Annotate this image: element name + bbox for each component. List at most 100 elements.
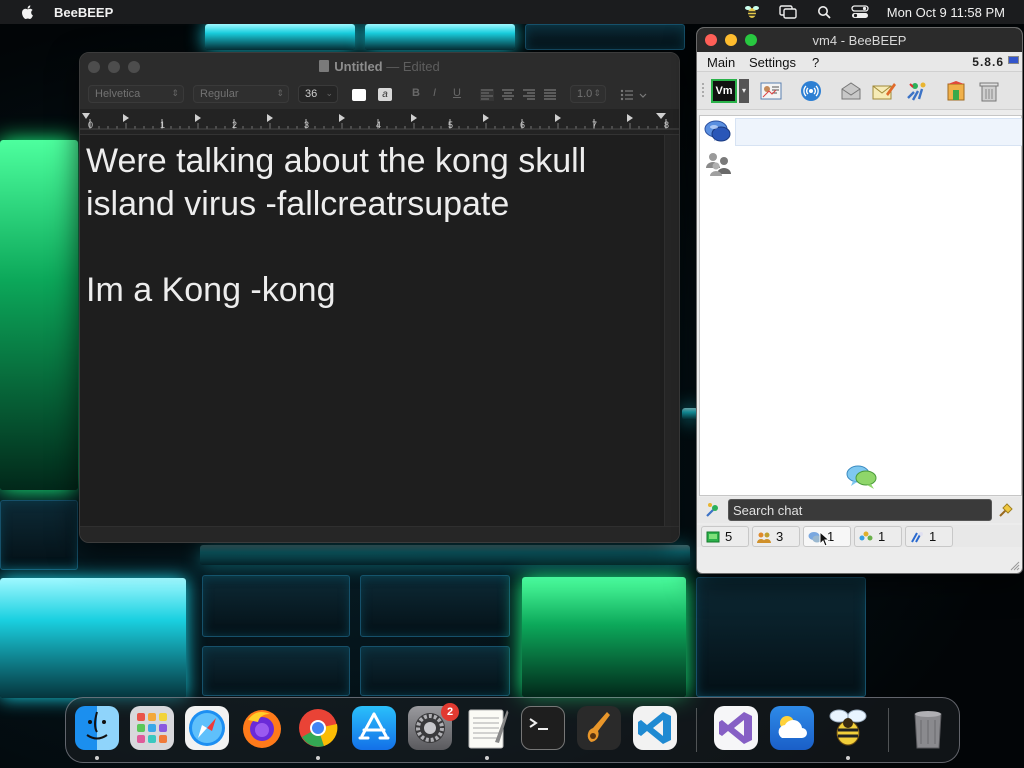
wallpaper-tile — [202, 646, 350, 696]
font-size-value: 36 — [305, 88, 318, 100]
wallpaper-tile — [696, 577, 866, 697]
profile-icon[interactable] — [759, 80, 783, 102]
dock-vscode-icon[interactable] — [633, 706, 677, 750]
plugins-icon[interactable] — [905, 80, 929, 102]
chat-bubble-icon[interactable] — [704, 119, 732, 150]
screen-mirroring-icon[interactable] — [779, 5, 797, 19]
network-home-icon[interactable] — [945, 80, 969, 102]
search-bar: Search chat — [697, 497, 1022, 523]
text-color-swatch[interactable] — [352, 89, 366, 101]
stepper-arrows-icon: ⇕ — [171, 88, 179, 98]
status-dropdown-button[interactable]: ▾ — [739, 79, 749, 103]
alignment-buttons[interactable] — [480, 89, 556, 101]
tab-count: 3 — [776, 529, 784, 544]
wallpaper-tile — [202, 575, 350, 637]
dock-garageband-icon[interactable] — [577, 706, 621, 750]
font-style-value: Regular — [200, 88, 239, 100]
wallpaper-tile — [360, 646, 510, 696]
chevron-down-icon: ⌄ — [325, 88, 333, 98]
tab-group-chats[interactable]: 1 — [854, 526, 902, 547]
document-icon — [319, 60, 330, 72]
font-family-select[interactable]: Helvetica ⇕ — [88, 85, 184, 103]
tab-groups[interactable]: 3 — [752, 526, 800, 547]
format-toolbar: Helvetica ⇕ Regular ⇕ 36 ⌄ a B I U 1.0 ⇕ — [80, 81, 679, 109]
tab-users[interactable]: 5 — [701, 526, 749, 547]
dock-trash-icon[interactable] — [906, 706, 950, 750]
ruler-label: 8 — [664, 120, 669, 130]
group-chats-icon — [859, 531, 873, 543]
textedit-titlebar[interactable]: Untitled — Edited — [80, 53, 679, 81]
beebeep-status-icon[interactable] — [743, 5, 761, 19]
underline-button[interactable]: U — [453, 87, 461, 99]
dock-safari-icon[interactable] — [185, 706, 229, 750]
menu-settings[interactable]: Settings — [749, 55, 796, 70]
window-title: vm4 - BeeBEEP — [812, 33, 907, 48]
beebeep-toolbar: Vm ▾ — [697, 72, 1022, 110]
wallpaper-tile — [0, 140, 78, 490]
trash-icon[interactable] — [977, 80, 1001, 102]
font-style-select[interactable]: Regular ⇕ — [193, 85, 289, 103]
dock-textedit-icon[interactable] — [465, 706, 509, 750]
line-spacing-value: 1.0 — [577, 88, 593, 100]
search-filter-icon[interactable] — [705, 502, 721, 523]
my-status-label: Vm — [715, 85, 733, 97]
wallpaper-tile — [0, 578, 186, 698]
clear-search-icon[interactable] — [997, 501, 1015, 524]
dock-chrome-icon[interactable] — [296, 706, 340, 750]
active-app-name[interactable]: BeeBEEP — [54, 5, 113, 20]
ruler-label: 5 — [448, 120, 453, 130]
tab-shared-files[interactable]: 1 — [905, 526, 953, 547]
menu-bar-status-area: Mon Oct 9 11:58 PM — [743, 0, 1024, 24]
dock-firefox-icon[interactable] — [240, 706, 284, 750]
spotlight-search-icon[interactable] — [815, 5, 833, 19]
list-bullets-icon[interactable] — [620, 89, 648, 101]
users-list[interactable] — [699, 115, 1022, 496]
selected-user-row[interactable] — [735, 118, 1022, 146]
horizontal-scrollbar[interactable] — [80, 526, 679, 542]
running-indicator — [316, 756, 320, 760]
highlight-color-icon[interactable]: a — [378, 88, 392, 101]
tab-count: 1 — [929, 529, 937, 544]
ruler-label: 1 — [160, 120, 165, 130]
italic-button[interactable]: I — [433, 87, 436, 99]
toolbar-grip-icon — [702, 83, 704, 97]
text-line: Im a Kong -kong — [86, 271, 336, 309]
tab-count: 5 — [725, 529, 733, 544]
dock-beebeep-icon[interactable] — [826, 706, 870, 750]
message-box-icon[interactable] — [839, 80, 863, 102]
beebeep-titlebar[interactable]: vm4 - BeeBEEP — [697, 28, 1022, 52]
dock-launchpad-icon[interactable] — [130, 706, 174, 750]
ruler-label: 3 — [304, 120, 309, 130]
line-spacing-select[interactable]: 1.0 ⇕ — [570, 85, 606, 103]
menu-help[interactable]: ? — [812, 55, 819, 70]
broadcast-icon[interactable] — [799, 80, 823, 102]
document-name[interactable]: Untitled — [334, 59, 382, 74]
my-status-button[interactable]: Vm — [711, 79, 737, 103]
vertical-scrollbar[interactable] — [664, 135, 679, 528]
font-size-field[interactable]: 36 ⌄ — [298, 85, 338, 103]
menu-main[interactable]: Main — [707, 55, 735, 70]
dock-separator — [888, 708, 889, 752]
group-users-icon[interactable] — [704, 150, 734, 183]
tab-count: 1 — [878, 529, 886, 544]
document-body[interactable]: Were talking about the kong skull island… — [80, 135, 666, 528]
document-text[interactable]: Were talking about the kong skull island… — [80, 135, 666, 317]
wallpaper-tile — [0, 500, 78, 570]
search-chat-input[interactable]: Search chat — [728, 499, 992, 521]
dock-weather-icon[interactable] — [770, 706, 814, 750]
edited-status: Edited — [402, 59, 440, 74]
dock-finder-icon[interactable] — [75, 706, 119, 750]
textedit-window: Untitled — Edited Helvetica ⇕ Regular ⇕ 36… — [79, 52, 680, 543]
dock-app-store-icon[interactable] — [352, 706, 396, 750]
resize-grip-icon[interactable] — [1010, 561, 1020, 571]
apple-menu-icon[interactable] — [20, 4, 34, 20]
panel-tabs: 5 3 1 1 1 — [697, 525, 1022, 547]
menu-bar-clock[interactable]: Mon Oct 9 11:58 PM — [887, 5, 1005, 20]
control-center-icon[interactable] — [851, 5, 869, 19]
write-message-icon[interactable] — [872, 80, 896, 102]
stepper-arrows-icon: ⇕ — [593, 88, 601, 98]
dock-visual-studio-icon[interactable] — [714, 706, 758, 750]
ruler[interactable]: 0 1 2 3 4 5 6 7 8 — [80, 109, 679, 135]
bold-button[interactable]: B — [412, 87, 420, 99]
dock-terminal-icon[interactable] — [521, 706, 565, 750]
